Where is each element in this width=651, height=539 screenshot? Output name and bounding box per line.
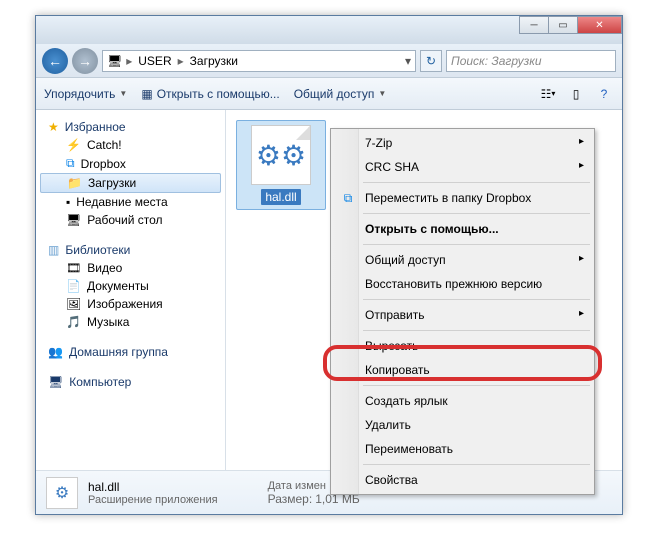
maximize-button[interactable]: ▭ [548, 16, 578, 34]
app-icon: ▦ [141, 87, 152, 101]
ctx-shortcut[interactable]: Создать ярлык [333, 389, 592, 413]
ctx-share[interactable]: Общий доступ [333, 248, 592, 272]
ctx-cut[interactable]: Вырезать [333, 334, 592, 358]
sidebar-favorites[interactable]: ★Избранное [36, 118, 225, 136]
help-button[interactable]: ? [594, 84, 614, 104]
breadcrumb-seg[interactable]: Загрузки [188, 54, 240, 68]
sidebar-item-music[interactable]: 🎵Музыка [36, 313, 225, 331]
ctx-crcsha[interactable]: CRC SHA [333, 155, 592, 179]
star-icon: ★ [48, 120, 59, 134]
ctx-copy[interactable]: Копировать [333, 358, 592, 382]
video-icon: 🎞 [66, 261, 81, 275]
file-item[interactable]: ⚙⚙ hal.dll [236, 120, 326, 210]
ctx-move-dropbox[interactable]: ⧉Переместить в папку Dropbox [333, 186, 592, 210]
separator [363, 244, 590, 245]
separator [363, 464, 590, 465]
preview-pane-button[interactable]: ▯ [566, 84, 586, 104]
status-filetype: Расширение приложения [88, 494, 218, 506]
music-icon: 🎵 [66, 315, 81, 329]
search-placeholder: Поиск: Загрузки [451, 54, 542, 68]
close-button[interactable]: ✕ [577, 16, 622, 34]
sidebar-computer[interactable]: 🖥Компьютер [36, 373, 225, 391]
ctx-rename[interactable]: Переименовать [333, 437, 592, 461]
share-button[interactable]: Общий доступ▼ [294, 87, 387, 101]
picture-icon: 🖼 [66, 297, 81, 311]
forward-button[interactable]: → [72, 48, 98, 74]
view-options-button[interactable]: ☷▾ [538, 84, 558, 104]
sidebar-item-dropbox[interactable]: ⧉Dropbox [36, 154, 225, 173]
separator [363, 182, 590, 183]
nav-row: ← → 🖥 ▸ USER ▸ Загрузки ▾ ↻ Поиск: Загру… [36, 44, 622, 78]
ctx-open-with[interactable]: Открыть с помощью... [333, 217, 592, 241]
homegroup-icon: 👥 [48, 345, 63, 359]
open-with-button[interactable]: ▦Открыть с помощью... [141, 87, 279, 101]
status-size-label: Размер: [268, 492, 313, 506]
dropbox-icon: ⧉ [66, 156, 75, 171]
recent-icon: ▪ [66, 195, 70, 209]
sidebar: ★Избранное ⚡Catch! ⧉Dropbox 📁Загрузки ▪Н… [36, 110, 226, 470]
status-thumb-icon: ⚙ [46, 477, 78, 509]
toolbar: Упорядочить▼ ▦Открыть с помощью... Общий… [36, 78, 622, 110]
ctx-properties[interactable]: Свойства [333, 468, 592, 492]
computer-icon: 🖥 [48, 375, 63, 389]
sidebar-item-desktop[interactable]: 🖥Рабочий стол [36, 211, 225, 229]
separator [363, 385, 590, 386]
folder-icon: 📁 [67, 176, 82, 190]
dropdown-icon[interactable]: ▾ [405, 54, 411, 68]
chevron-right-icon: ▸ [126, 54, 132, 68]
chevron-right-icon: ▸ [178, 54, 184, 68]
gears-icon: ⚙⚙ [256, 139, 306, 172]
address-bar[interactable]: 🖥 ▸ USER ▸ Загрузки ▾ [102, 50, 416, 72]
library-icon: ▥ [48, 243, 59, 257]
sidebar-homegroup[interactable]: 👥Домашняя группа [36, 343, 225, 361]
minimize-button[interactable]: ─ [519, 16, 549, 34]
sidebar-item-downloads[interactable]: 📁Загрузки [40, 173, 221, 193]
ctx-restore[interactable]: Восстановить прежнюю версию [333, 272, 592, 296]
sidebar-item-recent[interactable]: ▪Недавние места [36, 193, 225, 211]
file-icon: ⚙⚙ [251, 125, 311, 185]
desktop-icon: 🖥 [66, 213, 81, 227]
back-button[interactable]: ← [42, 48, 68, 74]
titlebar: ─ ▭ ✕ [36, 16, 622, 44]
bolt-icon: ⚡ [66, 138, 81, 152]
sidebar-item-catch[interactable]: ⚡Catch! [36, 136, 225, 154]
search-input[interactable]: Поиск: Загрузки [446, 50, 616, 72]
dropbox-icon: ⧉ [339, 189, 357, 207]
sidebar-item-documents[interactable]: 📄Документы [36, 277, 225, 295]
file-label: hal.dll [261, 189, 300, 205]
document-icon: 📄 [66, 279, 81, 293]
status-filename: hal.dll [88, 480, 218, 494]
sidebar-libraries[interactable]: ▥Библиотеки [36, 241, 225, 259]
sidebar-item-pictures[interactable]: 🖼Изображения [36, 295, 225, 313]
ctx-7zip[interactable]: 7-Zip [333, 131, 592, 155]
organize-button[interactable]: Упорядочить▼ [44, 87, 127, 101]
sidebar-item-videos[interactable]: 🎞Видео [36, 259, 225, 277]
refresh-button[interactable]: ↻ [420, 50, 442, 72]
ctx-delete[interactable]: Удалить [333, 413, 592, 437]
computer-icon: 🖥 [107, 54, 122, 68]
context-menu: 7-Zip CRC SHA ⧉Переместить в папку Dropb… [330, 128, 595, 495]
breadcrumb-seg[interactable]: USER [136, 54, 173, 68]
separator [363, 213, 590, 214]
separator [363, 330, 590, 331]
separator [363, 299, 590, 300]
ctx-sendto[interactable]: Отправить [333, 303, 592, 327]
